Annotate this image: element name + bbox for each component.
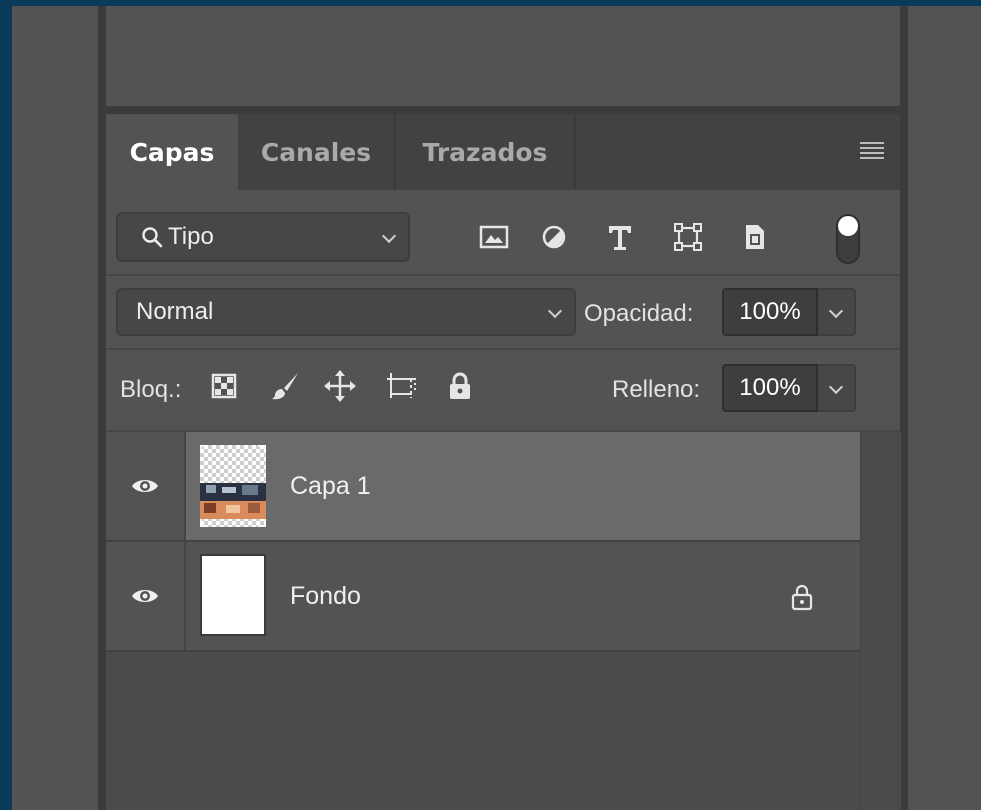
lock-position-icon[interactable] xyxy=(320,366,360,406)
layer-row-capa-1[interactable]: Capa 1 xyxy=(106,432,860,542)
blend-mode-select[interactable]: Normal xyxy=(116,288,576,336)
visibility-toggle[interactable] xyxy=(106,432,186,540)
fill-input[interactable]: 100% xyxy=(722,364,818,412)
opacity-input[interactable]: 100% xyxy=(722,288,818,336)
filter-row: Tipo xyxy=(106,190,900,276)
lock-row: Bloq.: Relleno: 100% xyxy=(106,350,900,432)
toggle-knob xyxy=(838,216,858,236)
lock-image-pixels-icon[interactable] xyxy=(266,366,306,406)
layers-panel: Capas Canales Trazados Tipo Normal Opaci… xyxy=(106,114,901,810)
tab-capas[interactable]: Capas xyxy=(106,114,238,190)
chevron-down-icon xyxy=(381,228,397,244)
filter-toggle-switch[interactable] xyxy=(836,214,860,264)
shape-filter-icon[interactable] xyxy=(670,220,706,254)
layer-name: Fondo xyxy=(290,581,361,610)
search-icon xyxy=(140,225,164,249)
adjustment-filter-icon[interactable] xyxy=(536,220,572,254)
panel-menu-icon[interactable] xyxy=(860,142,884,162)
layers-scrollbar[interactable] xyxy=(860,432,901,810)
right-dock-strip xyxy=(908,6,981,810)
layer-thumbnail xyxy=(200,554,266,636)
tab-canales[interactable]: Canales xyxy=(238,114,396,190)
eye-icon xyxy=(132,480,158,492)
type-filter-icon[interactable] xyxy=(602,220,638,254)
image-filter-icon[interactable] xyxy=(476,220,512,254)
layers-list: Capa 1 Fondo xyxy=(106,432,860,810)
chevron-down-icon xyxy=(828,303,844,319)
eye-icon xyxy=(132,590,158,602)
visibility-toggle[interactable] xyxy=(106,542,186,650)
blend-mode-value: Normal xyxy=(136,298,214,325)
smart-object-filter-icon[interactable] xyxy=(736,220,772,254)
fill-dropdown-button[interactable] xyxy=(818,364,856,412)
lock-artboard-icon[interactable] xyxy=(382,366,422,406)
chevron-down-icon xyxy=(828,379,844,395)
chevron-down-icon xyxy=(547,303,563,319)
layer-row-fondo[interactable]: Fondo xyxy=(106,542,860,652)
right-dock-divider xyxy=(900,6,908,810)
opacity-label: Opacidad: xyxy=(584,300,694,327)
lock-transparent-pixels-icon[interactable] xyxy=(204,366,244,406)
fill-label: Relleno: xyxy=(612,376,701,403)
layer-thumbnail xyxy=(198,443,268,529)
filter-type-select[interactable]: Tipo xyxy=(116,212,410,262)
filter-type-value: Tipo xyxy=(168,223,214,250)
opacity-dropdown-button[interactable] xyxy=(818,288,856,336)
blend-row: Normal Opacidad: 100% xyxy=(106,276,900,350)
tab-trazados[interactable]: Trazados xyxy=(396,114,576,190)
left-dock-strip xyxy=(12,6,98,810)
panel-tab-bar: Capas Canales Trazados xyxy=(106,114,900,190)
left-dock-divider xyxy=(98,6,106,810)
upper-panel-area xyxy=(106,6,900,106)
layer-lock-icon[interactable] xyxy=(790,582,814,617)
panel-divider[interactable] xyxy=(106,106,900,114)
layer-name: Capa 1 xyxy=(290,471,371,500)
lock-all-icon[interactable] xyxy=(440,366,480,406)
lock-label: Bloq.: xyxy=(120,376,182,403)
